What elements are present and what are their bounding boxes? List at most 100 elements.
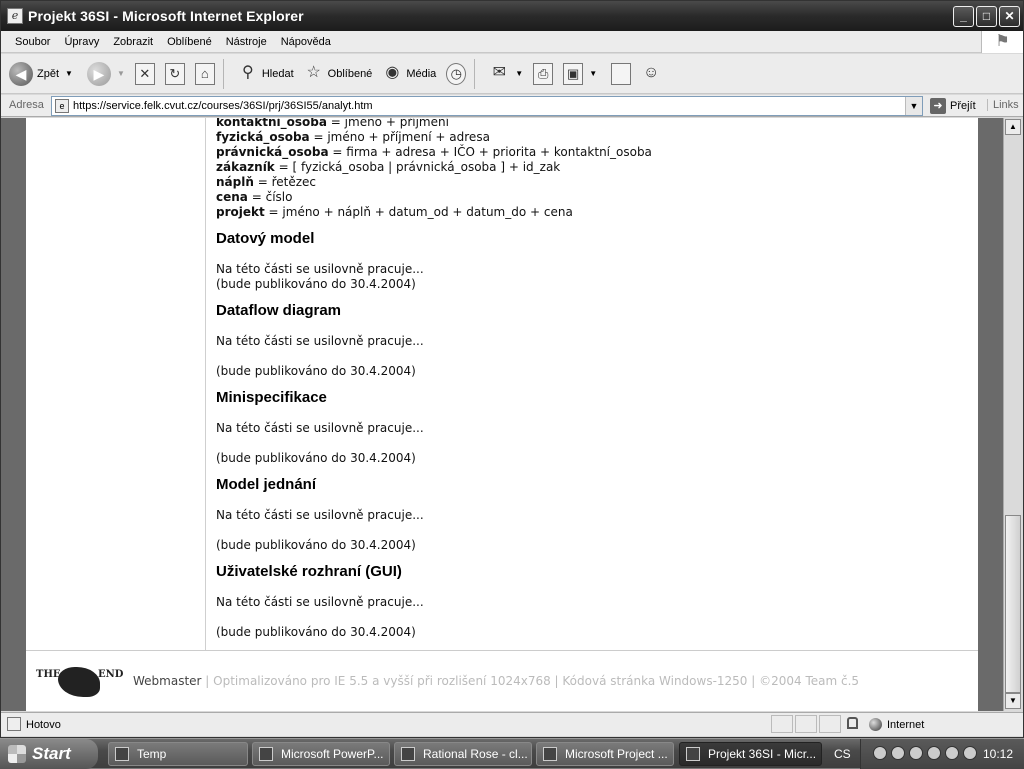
menu-soubor[interactable]: Soubor (1, 36, 58, 48)
home-icon[interactable]: ⌂ (194, 62, 215, 85)
menu-zobrazit[interactable]: Zobrazit (107, 36, 161, 48)
maximize-button[interactable]: □ (976, 6, 997, 27)
go-button[interactable]: ➜ Přejít (930, 98, 976, 114)
tray-app-icon[interactable] (873, 746, 887, 760)
menu-napoveda[interactable]: Nápověda (275, 36, 339, 48)
section-text: Na této části se usilovně pracuje... (216, 334, 424, 348)
address-input[interactable]: e https://service.felk.cvut.cz/courses/3… (51, 96, 923, 116)
mail-dropdown-icon[interactable]: ▼ (515, 69, 523, 78)
print-icon[interactable]: ⎙ (533, 62, 554, 85)
mail-icon[interactable]: ✉ (489, 63, 509, 85)
taskbar-item-project[interactable]: Microsoft Project ... (536, 742, 674, 766)
the-end-logo: THE END (36, 665, 126, 699)
clock[interactable]: 10:12 (983, 747, 1013, 761)
go-label: Přejít (950, 100, 976, 112)
section-heading-gui: Uživatelské rozhraní (GUI) (216, 563, 402, 580)
minimize-button[interactable]: _ (953, 6, 974, 27)
folder-icon (115, 747, 129, 761)
windows-flag-icon: ⚑ (981, 31, 1023, 53)
zone-label: Internet (887, 718, 925, 731)
taskbar-item-ie[interactable]: Projekt 36SI - Micr... (679, 742, 822, 766)
section-note: (bude publikováno do 30.4.2004) (216, 277, 416, 291)
media-button-label[interactable]: Média (406, 68, 436, 80)
section-heading-minispecifikace: Minispecifikace (216, 389, 327, 406)
history-icon[interactable]: ◷ (446, 62, 467, 85)
vertical-scrollbar[interactable]: ▲ ▼ (1003, 118, 1021, 711)
status-text: Hotovo (26, 719, 61, 731)
definition-line: kontaktní_osoba = jméno + příjmení (216, 118, 449, 129)
favorites-star-icon[interactable]: ☆ (304, 63, 324, 85)
taskbar-item-temp[interactable]: Temp (108, 742, 248, 766)
title-bar[interactable]: e Projekt 36SI - Microsoft Internet Expl… (1, 1, 1023, 31)
section-text: Na této části se usilovně pracuje... (216, 508, 424, 522)
tray-app-icon[interactable] (945, 746, 959, 760)
tray-app-icon[interactable] (891, 746, 905, 760)
start-button[interactable]: Start (0, 739, 98, 769)
search-icon[interactable]: ⚲ (238, 63, 258, 85)
scroll-up-icon[interactable]: ▲ (1005, 119, 1021, 135)
project-icon (543, 747, 557, 761)
window-title: Projekt 36SI - Microsoft Internet Explor… (28, 8, 304, 24)
forward-arrow-icon[interactable]: ▶ (86, 61, 111, 86)
definition-line: cena = číslo (216, 190, 293, 204)
status-pane (819, 715, 841, 733)
taskbar: Start Temp Microsoft PowerP... Rational … (0, 738, 1024, 769)
edit-dropdown-icon[interactable]: ▼ (589, 69, 597, 78)
powerpoint-icon (259, 747, 273, 761)
taskbar-item-rational-rose[interactable]: Rational Rose - cl... (394, 742, 532, 766)
globe-icon (869, 718, 882, 731)
favorites-button-label[interactable]: Oblíbené (328, 68, 373, 80)
tray-app-icon[interactable] (909, 746, 923, 760)
section-heading-dataflow: Dataflow diagram (216, 302, 342, 319)
address-url[interactable]: https://service.felk.cvut.cz/courses/36S… (73, 100, 373, 112)
back-dropdown-icon[interactable]: ▼ (65, 69, 73, 78)
status-pane (771, 715, 793, 733)
section-note: (bude publikováno do 30.4.2004) (216, 364, 416, 378)
stop-icon[interactable]: ✕ (134, 62, 155, 85)
section-note: (bude publikováno do 30.4.2004) (216, 538, 416, 552)
tray-app-icon[interactable] (927, 746, 941, 760)
links-button[interactable]: Links (987, 99, 1019, 111)
discuss-icon[interactable] (611, 62, 632, 85)
definition-line: právnická_osoba = firma + adresa + IČO +… (216, 145, 652, 159)
status-bar: Hotovo Internet (1, 712, 1023, 736)
section-text: Na této části se usilovně pracuje... (216, 595, 424, 609)
definition-line: projekt = jméno + náplň + datum_od + dat… (216, 205, 573, 219)
windows-logo-icon (8, 745, 26, 763)
language-indicator[interactable]: CS (834, 747, 851, 761)
search-button-label[interactable]: Hledat (262, 68, 294, 80)
volume-icon[interactable] (963, 746, 977, 760)
toolbar-separator (474, 58, 476, 89)
ie-icon: e (7, 8, 23, 24)
menu-oblibene[interactable]: Oblíbené (161, 36, 220, 48)
menu-upravy[interactable]: Úpravy (58, 36, 107, 48)
edit-icon[interactable]: ▣ (563, 62, 584, 85)
web-page: kontaktní_osoba = jméno + příjmení fyzic… (26, 118, 978, 711)
menu-nastroje[interactable]: Nástroje (220, 36, 275, 48)
toolbar-separator (222, 58, 224, 89)
ie-icon (686, 747, 700, 761)
logo-figure (58, 667, 100, 697)
close-button[interactable]: ✕ (999, 6, 1020, 27)
browser-window: e Projekt 36SI - Microsoft Internet Expl… (0, 0, 1024, 738)
footer-text: Webmaster | Optimalizováno pro IE 5.5 a … (133, 674, 860, 688)
page-footer: THE END Webmaster | Optimalizováno pro I… (26, 650, 978, 711)
messenger-icon[interactable]: ☺ (641, 63, 661, 85)
webmaster-link[interactable]: Webmaster (133, 674, 201, 688)
media-icon[interactable]: ◉ (382, 63, 402, 85)
page-viewport: kontaktní_osoba = jméno + příjmení fyzic… (1, 118, 1003, 711)
go-arrow-icon: ➜ (930, 98, 946, 114)
scroll-thumb[interactable] (1005, 515, 1021, 693)
taskbar-item-powerpoint[interactable]: Microsoft PowerP... (252, 742, 390, 766)
address-dropdown-icon[interactable]: ▼ (905, 97, 922, 115)
refresh-icon[interactable]: ↻ (164, 62, 185, 85)
status-pane (795, 715, 817, 733)
section-text: Na této části se usilovně pracuje... (216, 421, 424, 435)
definition-line: fyzická_osoba = jméno + příjmení + adres… (216, 130, 490, 144)
back-arrow-icon[interactable]: ◀ (9, 61, 33, 86)
menu-bar: Soubor Úpravy Zobrazit Oblíbené Nástroje… (1, 31, 1023, 53)
section-heading-datovy-model: Datový model (216, 230, 315, 247)
scroll-down-icon[interactable]: ▼ (1005, 693, 1021, 709)
forward-dropdown-icon[interactable]: ▼ (117, 69, 125, 78)
back-button-label[interactable]: Zpět (37, 68, 59, 80)
